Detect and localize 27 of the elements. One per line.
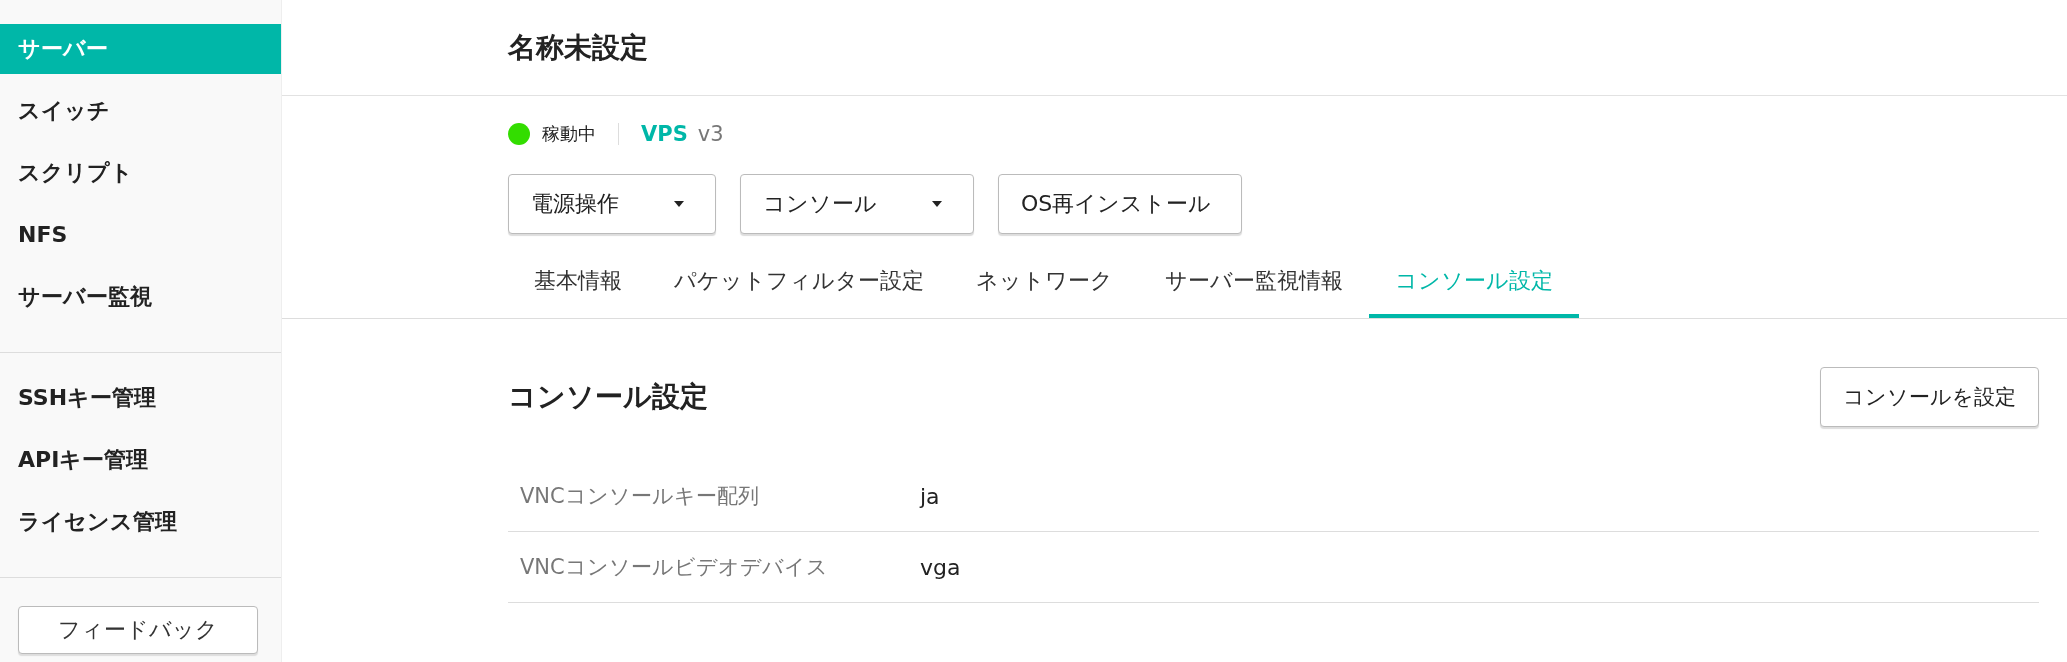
tab[interactable]: 基本情報 [508,248,648,318]
section-title: コンソール設定 [508,379,708,415]
tab[interactable]: ネットワーク [950,248,1139,318]
sidebar-item[interactable]: ライセンス管理 [0,497,281,547]
caret-icon [673,200,685,208]
setting-value: vga [920,554,961,580]
sidebar-item[interactable]: APIキー管理 [0,435,281,485]
feedback-button[interactable]: フィードバック [18,606,258,654]
sidebar-item[interactable]: サーバー監視 [0,272,281,322]
sidebar-item[interactable]: スイッチ [0,86,281,136]
sidebar-item[interactable]: SSHキー管理 [0,373,281,423]
setting-label: VNCコンソールビデオデバイス [519,554,829,581]
sidebar-item[interactable]: スクリプト [0,148,281,198]
tab[interactable]: パケットフィルター設定 [648,248,950,318]
configure-console-button[interactable]: コンソールを設定 [1820,367,2039,427]
setting-label: VNCコンソールキー配列 [519,483,760,510]
action-button[interactable]: 電源操作 [508,174,716,234]
tab[interactable]: サーバー監視情報 [1139,248,1369,318]
caret-icon [931,200,943,208]
setting-value: ja [920,483,940,509]
sidebar-item[interactable]: NFS [0,210,281,260]
action-button[interactable]: コンソール [740,174,974,234]
plan-name: VPS [641,122,688,146]
plan-version: v3 [697,122,724,146]
action-button[interactable]: OS再インストール [998,174,1243,234]
page-title: 名称未設定 [508,29,648,66]
status-label: 稼動中 [542,122,596,146]
